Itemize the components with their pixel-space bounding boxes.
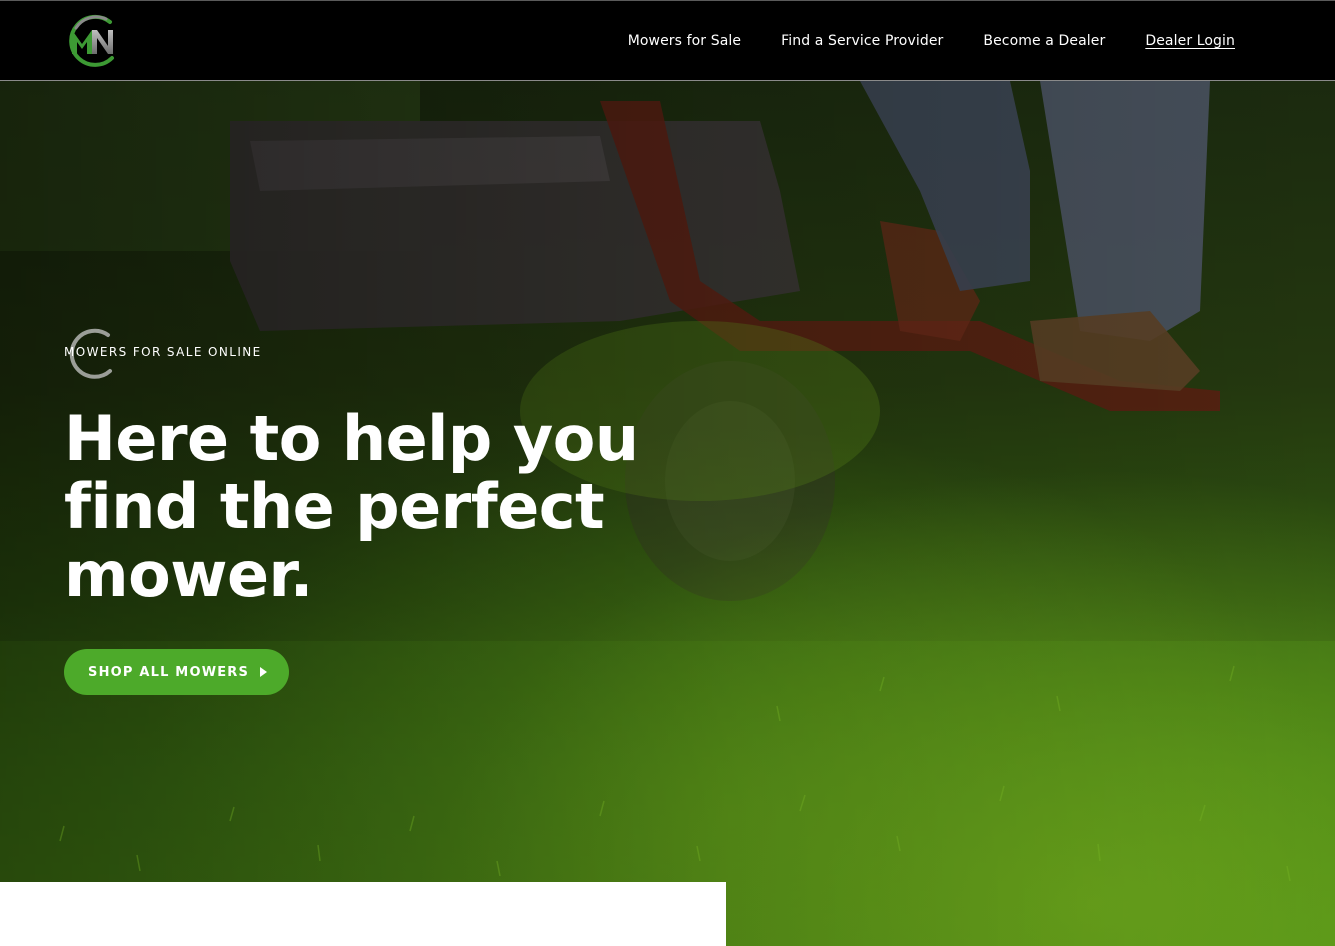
- site-header: MN Mowers for Sale Find a Service Provid…: [0, 0, 1335, 81]
- main-nav: Mowers for Sale Find a Service Provider …: [628, 1, 1235, 81]
- hero-headline: Here to help you find the perfect mower.: [64, 402, 639, 611]
- content-panel: [0, 882, 726, 946]
- mn-logo-icon: [69, 14, 114, 67]
- shop-all-mowers-label: SHOP ALL MOWERS: [88, 664, 250, 680]
- hero-content: MOWERS FOR SALE ONLINE Here to help you …: [64, 327, 704, 695]
- shop-all-mowers-button[interactable]: SHOP ALL MOWERS: [64, 649, 290, 695]
- caret-right-icon: [260, 667, 268, 677]
- nav-link-mowers-for-sale[interactable]: Mowers for Sale: [628, 33, 741, 49]
- hero-eyebrow-text: MOWERS FOR SALE ONLINE: [64, 345, 262, 359]
- hero-eyebrow: MOWERS FOR SALE ONLINE: [64, 327, 704, 379]
- logo-text: MN: [120, 14, 121, 15]
- site-logo[interactable]: MN: [66, 14, 120, 70]
- nav-link-become-dealer[interactable]: Become a Dealer: [983, 33, 1105, 49]
- nav-link-dealer-login[interactable]: Dealer Login: [1145, 33, 1235, 49]
- hero-section: MOWERS FOR SALE ONLINE Here to help you …: [0, 81, 1335, 946]
- nav-link-find-service-provider[interactable]: Find a Service Provider: [781, 33, 943, 49]
